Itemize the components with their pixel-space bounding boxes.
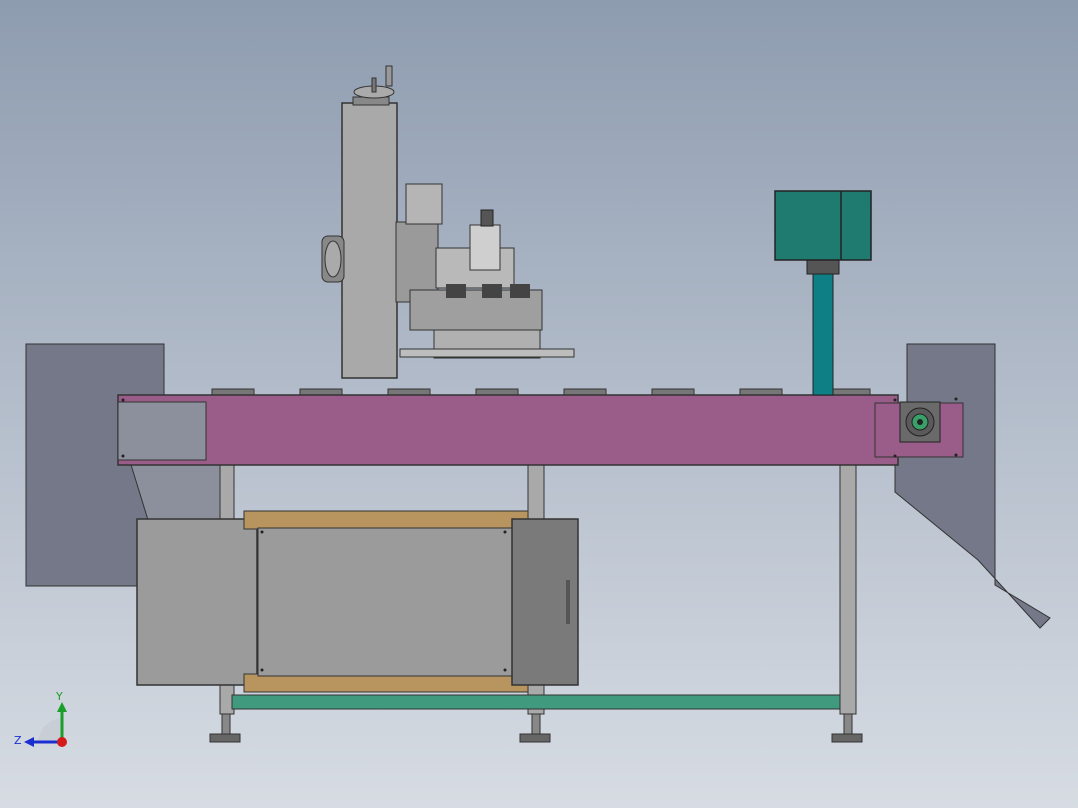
y-axis-label: Y (55, 690, 63, 703)
z-axis-label: Z (14, 734, 22, 747)
conveyor-left-end[interactable] (117, 401, 207, 461)
orientation-triad: Y Z (10, 680, 80, 755)
cabinet-wood-frame-top[interactable] (243, 510, 529, 530)
press-clamps (446, 284, 530, 298)
z-axis-arrow (24, 737, 34, 747)
press-cylinder[interactable] (469, 224, 501, 271)
door-handle[interactable] (566, 580, 570, 624)
triad-arc (38, 718, 62, 742)
press-cylinder-top[interactable] (480, 209, 494, 227)
motor-box[interactable] (774, 190, 872, 261)
handwheel[interactable] (353, 65, 395, 99)
bottom-rail[interactable] (231, 694, 841, 710)
leveling-foot-left[interactable] (209, 713, 241, 743)
conveyor-belt[interactable] (117, 394, 899, 466)
press-bracket-top[interactable] (405, 183, 443, 225)
column-side-motor[interactable] (321, 235, 345, 283)
right-hopper-panel[interactable] (894, 343, 1051, 629)
bearing-unit[interactable] (899, 401, 941, 443)
cabinet-left-door[interactable] (136, 518, 258, 686)
motor-pillar[interactable] (812, 261, 834, 396)
cad-viewport[interactable]: Y Z (0, 0, 1078, 808)
x-axis-dot (57, 737, 67, 747)
frame-leg-right[interactable] (839, 461, 857, 715)
leveling-foot-right[interactable] (831, 713, 863, 743)
leveling-foot-middle[interactable] (519, 713, 551, 743)
vertical-column[interactable] (341, 102, 398, 379)
cabinet-wood-frame-bottom[interactable] (243, 673, 529, 693)
press-rail[interactable] (399, 348, 575, 358)
conveyor-flights (211, 388, 871, 396)
motor-flange[interactable] (806, 259, 840, 275)
machine-model[interactable] (0, 0, 1078, 808)
cabinet-center-panel[interactable] (257, 527, 513, 677)
y-axis-arrow (57, 702, 67, 712)
